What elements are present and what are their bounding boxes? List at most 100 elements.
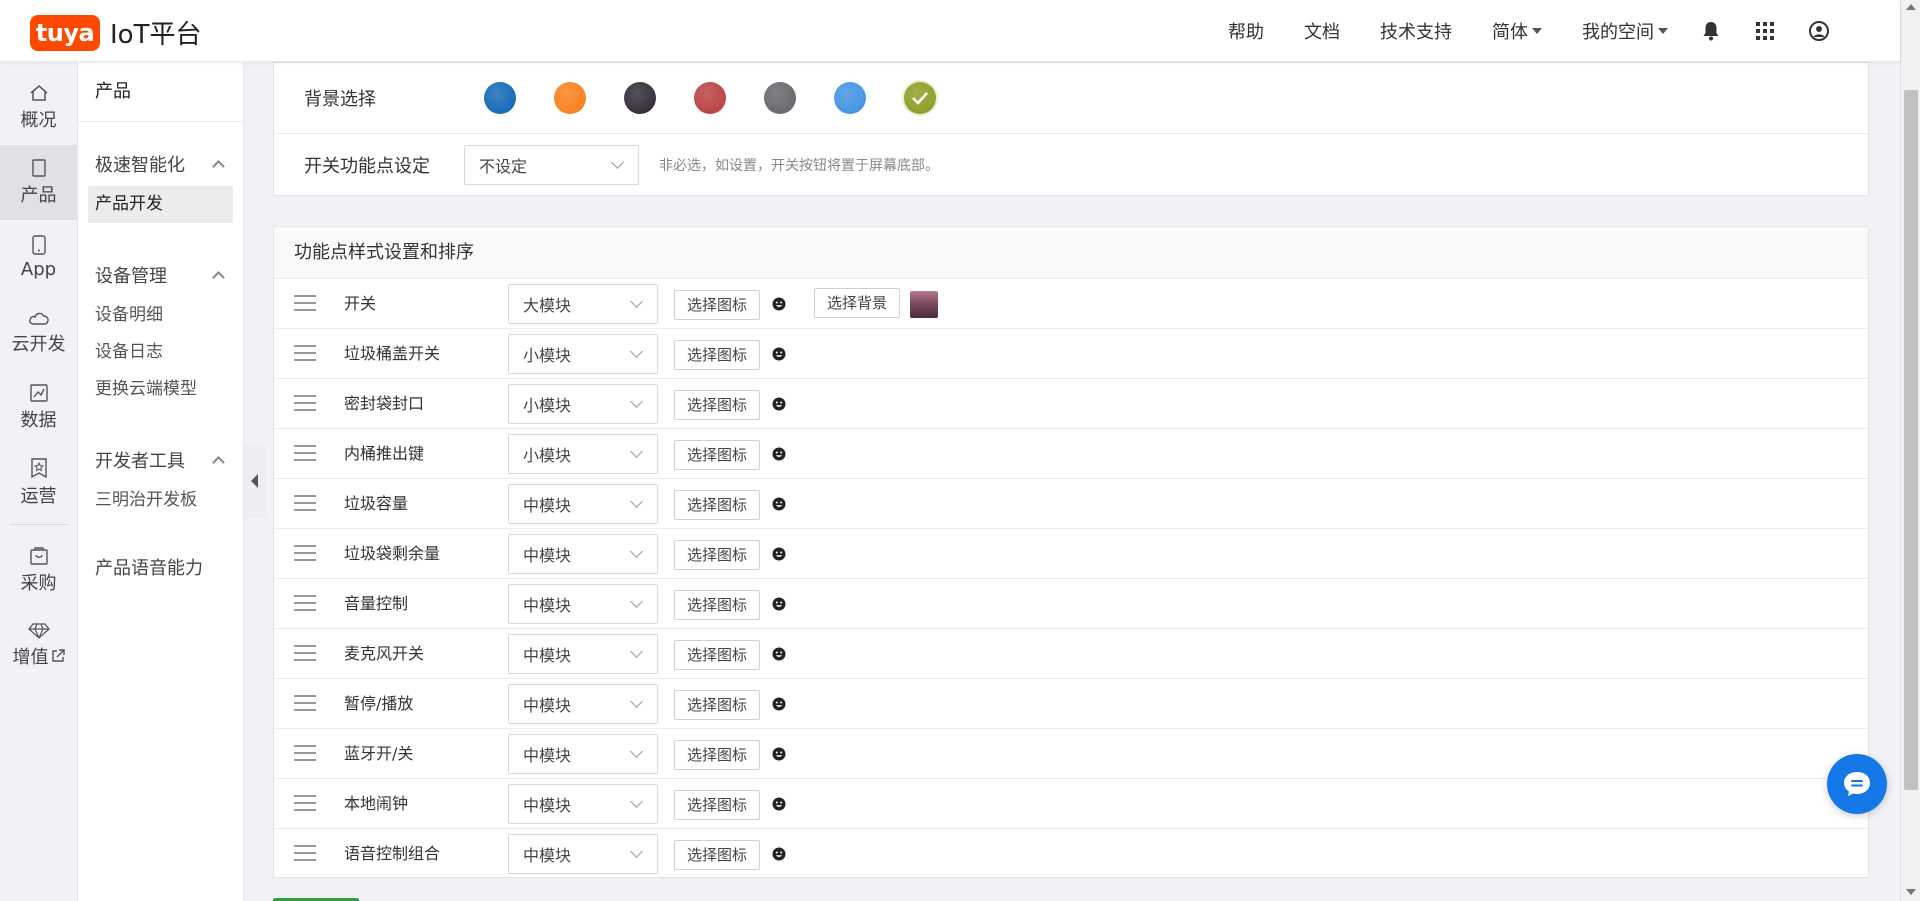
group-title-label: 极速智能化 xyxy=(95,155,185,176)
dp-name: 本地闹钟 xyxy=(344,794,409,813)
drag-handle-icon[interactable] xyxy=(294,695,316,711)
dp-name: 开关 xyxy=(344,294,377,313)
select-icon-button[interactable]: 选择图标 xyxy=(674,790,760,820)
dp-style-select[interactable]: 小模块 xyxy=(508,384,658,424)
select-background-button[interactable]: 选择背景 xyxy=(814,288,900,318)
select-icon-button[interactable]: 选择图标 xyxy=(674,640,760,670)
drag-handle-icon[interactable] xyxy=(294,445,316,461)
smiley-icon xyxy=(772,847,786,861)
tuya-logo[interactable]: tuya IoT平台 xyxy=(30,14,201,51)
subnav-item-sandwich-board[interactable]: 三明治开发板 xyxy=(88,482,233,519)
group-title-device-mgmt[interactable]: 设备管理 xyxy=(78,257,243,297)
subnav-item-voice[interactable]: 产品语音能力 xyxy=(78,549,243,589)
select-icon-button[interactable]: 选择图标 xyxy=(674,440,760,470)
language-dropdown[interactable]: 简体 xyxy=(1492,18,1542,44)
chevron-down-icon xyxy=(630,395,643,408)
group-title-label: 开发者工具 xyxy=(95,451,185,472)
rail-item-value-added[interactable]: 增值 xyxy=(0,608,77,683)
select-icon-button[interactable]: 选择图标 xyxy=(674,840,760,870)
chevron-down-icon xyxy=(630,695,643,708)
chevron-down-icon xyxy=(630,545,643,558)
drag-handle-icon[interactable] xyxy=(294,345,316,361)
group-title-dev-tools[interactable]: 开发者工具 xyxy=(78,442,243,482)
background-swatch[interactable] xyxy=(484,82,516,114)
nav-support[interactable]: 技术支持 xyxy=(1380,18,1452,44)
rail-label: 运营 xyxy=(20,485,57,507)
subnav-item-cloud-model[interactable]: 更换云端模型 xyxy=(88,371,233,408)
select-icon-button[interactable]: 选择图标 xyxy=(674,740,760,770)
dp-style-select[interactable]: 中模块 xyxy=(508,634,658,674)
dp-style-select[interactable]: 中模块 xyxy=(508,834,658,874)
rail-item-product[interactable]: 产品 xyxy=(0,145,77,220)
scroll-down-arrow-icon[interactable] xyxy=(1906,889,1916,895)
background-swatch[interactable] xyxy=(624,82,656,114)
chevron-down-icon xyxy=(611,155,624,169)
chat-support-button[interactable] xyxy=(1827,754,1887,814)
dp-style-select[interactable]: 中模块 xyxy=(508,734,658,774)
drag-handle-icon[interactable] xyxy=(294,495,316,511)
scroll-thumb[interactable] xyxy=(1904,90,1918,790)
group-title-quick-smart[interactable]: 极速智能化 xyxy=(78,146,243,186)
dp-style-select[interactable]: 小模块 xyxy=(508,334,658,374)
rail-item-data[interactable]: 数据 xyxy=(0,370,77,445)
background-swatch[interactable] xyxy=(904,82,936,114)
dp-style-select[interactable]: 小模块 xyxy=(508,434,658,474)
nav-help[interactable]: 帮助 xyxy=(1228,18,1264,44)
dp-row: 语音控制组合 中模块 选择图标 xyxy=(274,829,1868,879)
dp-row: 音量控制 中模块 选择图标 xyxy=(274,579,1868,629)
page-scrollbar[interactable] xyxy=(1900,0,1920,901)
drag-handle-icon[interactable] xyxy=(294,845,316,861)
apps-grid-icon[interactable] xyxy=(1754,20,1776,42)
bell-icon[interactable] xyxy=(1700,20,1722,42)
subnav-item-device-detail[interactable]: 设备明细 xyxy=(88,297,233,334)
background-swatch[interactable] xyxy=(694,82,726,114)
subnav-item-product-dev[interactable]: 产品开发 xyxy=(88,186,233,223)
nav-docs[interactable]: 文档 xyxy=(1304,18,1340,44)
background-swatch[interactable] xyxy=(834,82,866,114)
dp-style-select[interactable]: 中模块 xyxy=(508,484,658,524)
background-thumbnail[interactable] xyxy=(910,291,938,318)
drag-handle-icon[interactable] xyxy=(294,795,316,811)
rail-item-operation[interactable]: 运营 xyxy=(0,445,77,520)
drag-handle-icon[interactable] xyxy=(294,295,316,311)
drag-handle-icon[interactable] xyxy=(294,595,316,611)
user-avatar-icon[interactable] xyxy=(1808,20,1830,42)
switch-dp-select[interactable]: 不设定 xyxy=(464,144,639,185)
select-icon-button[interactable]: 选择图标 xyxy=(674,340,760,370)
secondary-nav: 产品 极速智能化 产品开发 设备管理 设备明细 设备日志 更换云端模型 开发者工… xyxy=(78,62,244,901)
select-icon-button[interactable]: 选择图标 xyxy=(674,540,760,570)
dp-style-value: 大模块 xyxy=(523,296,572,315)
scroll-up-arrow-icon[interactable] xyxy=(1906,4,1916,10)
rail-item-purchase[interactable]: 采购 xyxy=(0,533,77,608)
background-swatch[interactable] xyxy=(554,82,586,114)
dp-style-select[interactable]: 中模块 xyxy=(508,534,658,574)
dp-name: 垃圾桶盖开关 xyxy=(344,344,441,363)
select-icon-button[interactable]: 选择图标 xyxy=(674,590,760,620)
chevron-up-icon xyxy=(212,456,225,469)
dp-row: 垃圾容量 中模块 选择图标 xyxy=(274,479,1868,529)
my-space-dropdown[interactable]: 我的空间 xyxy=(1582,18,1668,44)
dp-style-select[interactable]: 中模块 xyxy=(508,584,658,624)
select-icon-button[interactable]: 选择图标 xyxy=(674,690,760,720)
my-space-label: 我的空间 xyxy=(1582,22,1654,43)
rail-item-app[interactable]: App xyxy=(0,220,77,295)
select-icon-button[interactable]: 选择图标 xyxy=(674,390,760,420)
rail-item-overview[interactable]: 概况 xyxy=(0,70,77,145)
select-icon-button[interactable]: 选择图标 xyxy=(674,290,760,320)
dp-style-select[interactable]: 大模块 xyxy=(508,284,658,324)
select-icon-button[interactable]: 选择图标 xyxy=(674,490,760,520)
background-swatch[interactable] xyxy=(764,82,796,114)
dp-style-select[interactable]: 中模块 xyxy=(508,684,658,724)
smiley-icon xyxy=(772,797,786,811)
dp-style-value: 中模块 xyxy=(523,696,572,715)
chevron-up-icon xyxy=(212,160,225,173)
rail-item-cloud-dev[interactable]: 云开发 xyxy=(0,295,77,370)
dp-style-select[interactable]: 中模块 xyxy=(508,784,658,824)
drag-handle-icon[interactable] xyxy=(294,545,316,561)
background-select-label: 背景选择 xyxy=(304,89,376,110)
drag-handle-icon[interactable] xyxy=(294,395,316,411)
drag-handle-icon[interactable] xyxy=(294,745,316,761)
drag-handle-icon[interactable] xyxy=(294,645,316,661)
subnav-item-device-log[interactable]: 设备日志 xyxy=(88,334,233,371)
dp-style-value: 中模块 xyxy=(523,496,572,515)
